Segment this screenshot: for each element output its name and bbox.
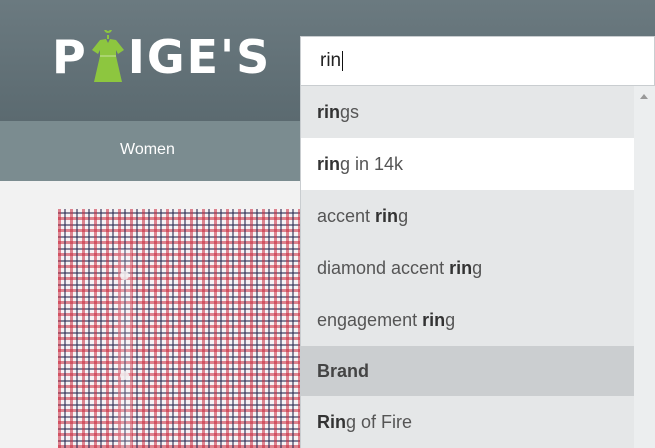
suggestion-prefix: engagement <box>317 309 423 330</box>
suggestion-rest: g <box>398 205 409 226</box>
suggestion-match: rin <box>317 101 341 122</box>
suggestion-item[interactable]: engagement rin g <box>301 294 635 346</box>
search-query-text: rin <box>320 50 342 71</box>
suggestion-section-brand: Brand <box>301 346 635 396</box>
scroll-up-arrow-icon[interactable] <box>640 94 648 99</box>
suggestion-item[interactable]: rin gs <box>301 86 635 138</box>
suggestion-rest: g <box>445 309 456 330</box>
suggestion-rest: g in 14k <box>340 153 404 174</box>
text-caret <box>342 51 344 71</box>
dropdown-scrollbar[interactable] <box>634 86 655 448</box>
suggestion-prefix: accent <box>317 205 376 226</box>
suggestion-item-highlighted[interactable]: rin g in 14k <box>301 138 635 190</box>
suggestion-match: rin <box>449 257 473 278</box>
shirt-button <box>120 371 129 380</box>
nav-item-women[interactable]: Women <box>120 121 175 181</box>
product-image-plaid-shirt[interactable] <box>58 209 308 448</box>
suggestion-rest: g of Fire <box>346 411 413 432</box>
suggestion-match: rin <box>317 153 341 174</box>
suggestion-item[interactable]: accent rin g <box>301 190 635 242</box>
suggestion-prefix: diamond accent <box>317 257 450 278</box>
logo-letters-ige: IGE'S <box>127 30 272 84</box>
dress-hanger-icon <box>90 25 126 84</box>
site-logo[interactable]: P IGE'S <box>52 25 272 84</box>
search-suggestions-dropdown: rin gs rin g in 14k accent rin g diamond ac… <box>300 86 655 448</box>
brand-suggestion-item[interactable]: Rin g of Fire <box>301 396 635 448</box>
search-input[interactable]: rin <box>300 36 655 86</box>
suggestion-rest: g <box>472 257 483 278</box>
suggestion-match: rin <box>375 205 399 226</box>
suggestion-rest: gs <box>340 101 360 122</box>
suggestion-match: Rin <box>317 411 346 432</box>
suggestion-item[interactable]: diamond accent rin g <box>301 242 635 294</box>
logo-letter-p: P <box>52 30 88 84</box>
suggestion-match: rin <box>422 309 446 330</box>
shirt-button <box>120 271 129 280</box>
